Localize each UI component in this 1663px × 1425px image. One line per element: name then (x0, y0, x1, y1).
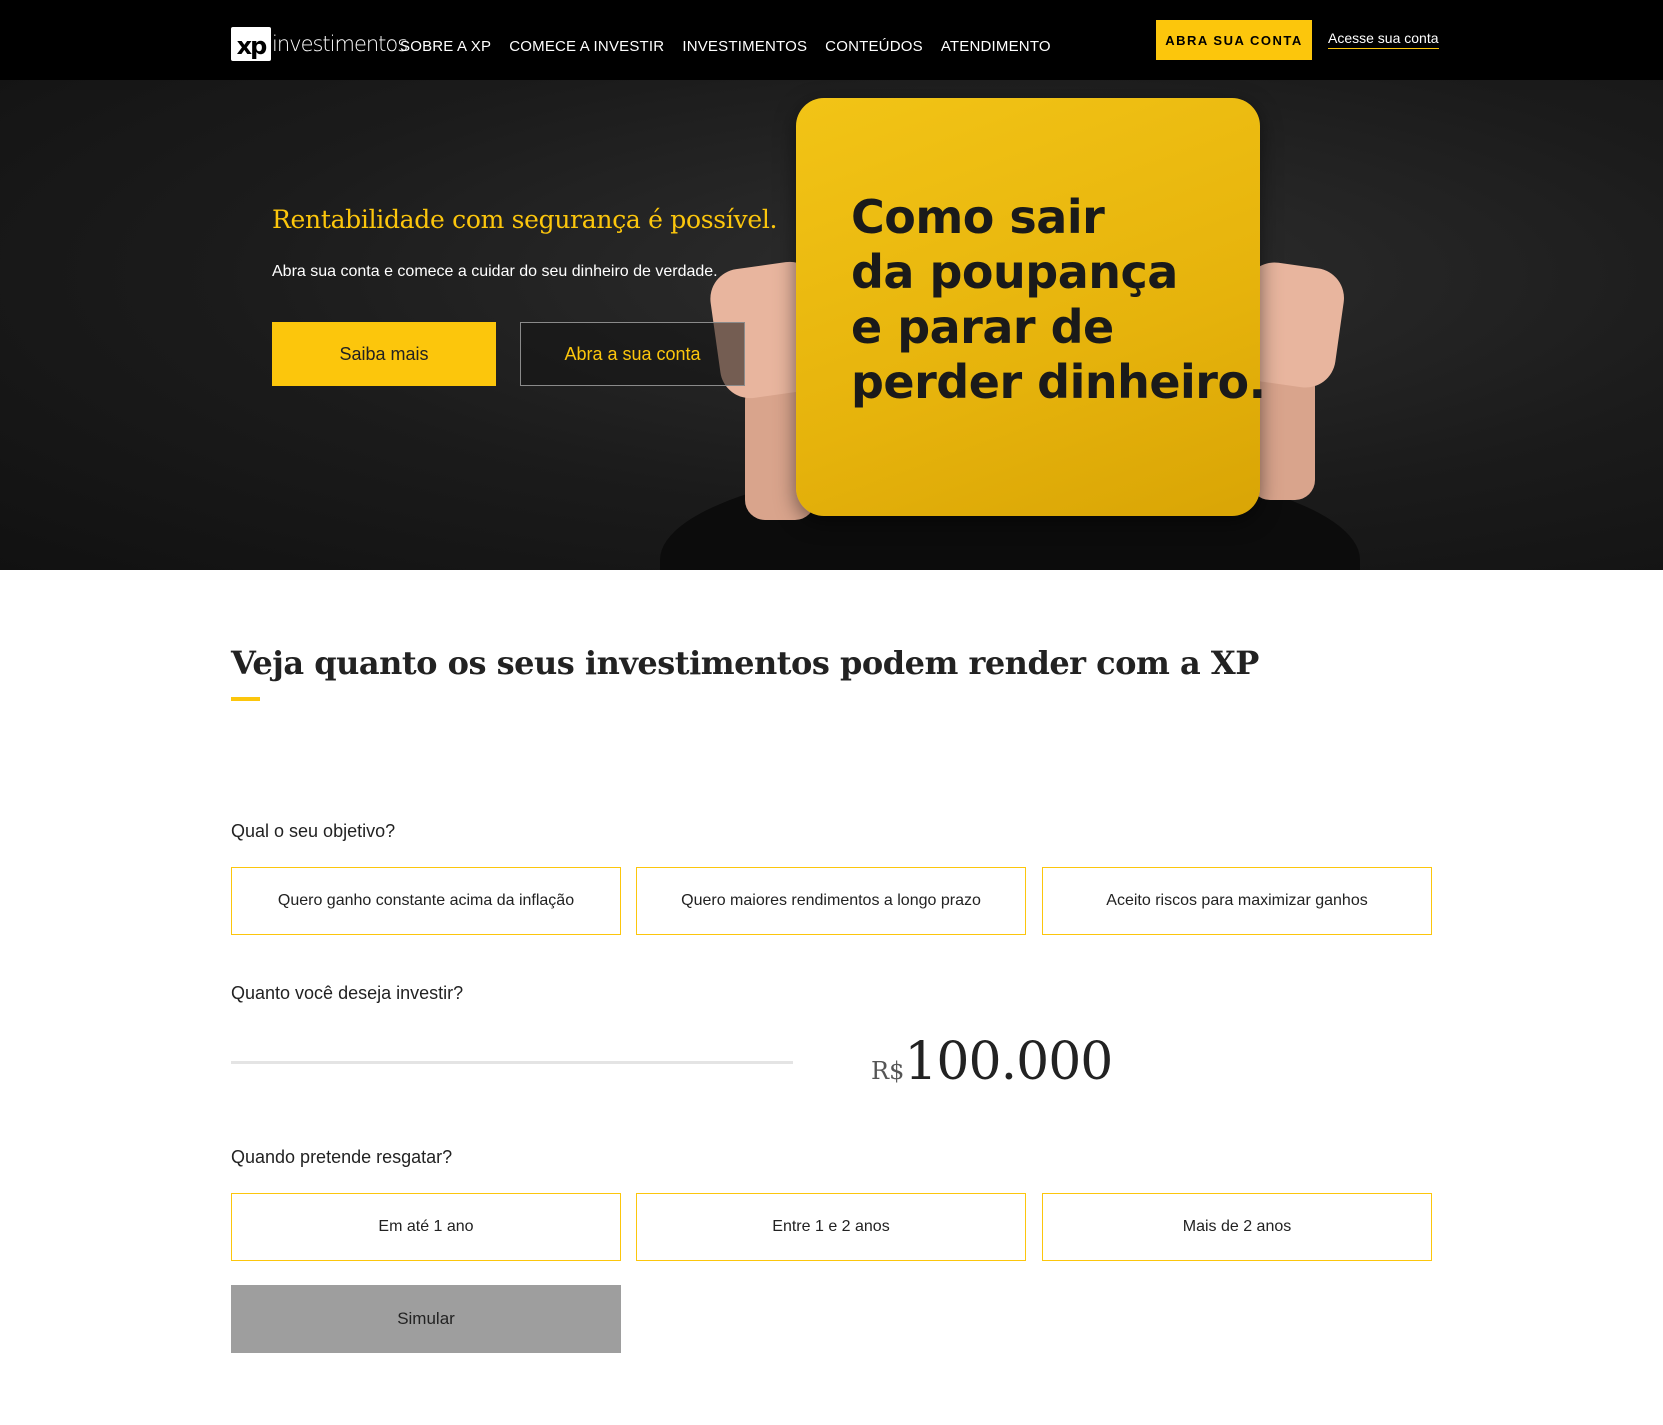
sign-line-1: Como sair (851, 190, 1105, 244)
amount-value: 100.000 (904, 1032, 1113, 1092)
objective-option-risk[interactable]: Aceito riscos para maximizar ganhos (1042, 867, 1432, 935)
access-account-link[interactable]: Acesse sua conta (1328, 30, 1439, 49)
nav-link-atendimento[interactable]: ATENDIMENTO (941, 38, 1051, 55)
objective-option-long-term[interactable]: Quero maiores rendimentos a longo prazo (636, 867, 1026, 935)
top-navbar: xp investimentos SOBRE A XP COMECE A INV… (0, 0, 1663, 80)
hero-open-account-button[interactable]: Abra a sua conta (520, 322, 745, 386)
sign-text: Como sair da poupança e parar de perder … (851, 190, 1266, 410)
title-underline (231, 697, 260, 701)
main-nav: SOBRE A XP COMECE A INVESTIR INVESTIMENT… (400, 38, 1069, 55)
redeem-question: Quando pretende resgatar? (231, 1147, 453, 1167)
open-account-button[interactable]: ABRA SUA CONTA (1156, 20, 1312, 60)
amount-display: R$ 100.000 (871, 1032, 1113, 1092)
nav-link-sobre[interactable]: SOBRE A XP (400, 38, 491, 55)
saiba-mais-button[interactable]: Saiba mais (272, 322, 496, 386)
hero-sign: Como sair da poupança e parar de perder … (796, 98, 1266, 516)
hero-title: Rentabilidade com segurança é possível. (272, 205, 778, 234)
hero-subtitle: Abra sua conta e comece a cuidar do seu … (272, 263, 718, 280)
objective-option-inflation[interactable]: Quero ganho constante acima da inflação (231, 867, 621, 935)
sign-line-3: e parar de (851, 300, 1114, 354)
logo-text: investimentos (272, 32, 408, 56)
redeem-option-1-year[interactable]: Em até 1 ano (231, 1193, 621, 1261)
sign-line-2: da poupança (851, 245, 1178, 299)
redeem-option-1-2-years[interactable]: Entre 1 e 2 anos (636, 1193, 1026, 1261)
amount-slider[interactable] (231, 1061, 793, 1064)
nav-link-investimentos[interactable]: INVESTIMENTOS (682, 38, 807, 55)
simulate-button[interactable]: Simular (231, 1285, 621, 1353)
hero-banner: Como sair da poupança e parar de perder … (0, 80, 1663, 570)
logo-mark: xp (231, 27, 271, 61)
objective-question: Qual o seu objetivo? (231, 821, 396, 841)
redeem-option-2-plus-years[interactable]: Mais de 2 anos (1042, 1193, 1432, 1261)
nav-link-comece[interactable]: COMECE A INVESTIR (509, 38, 664, 55)
xp-logo[interactable]: xp investimentos (231, 27, 408, 61)
nav-link-conteudos[interactable]: CONTEÚDOS (825, 38, 923, 55)
simulator-title: Veja quanto os seus investimentos podem … (231, 644, 1259, 682)
sign-line-4: perder dinheiro. (851, 355, 1266, 409)
amount-currency: R$ (871, 1057, 905, 1085)
amount-question: Quanto você deseja investir? (231, 983, 464, 1003)
